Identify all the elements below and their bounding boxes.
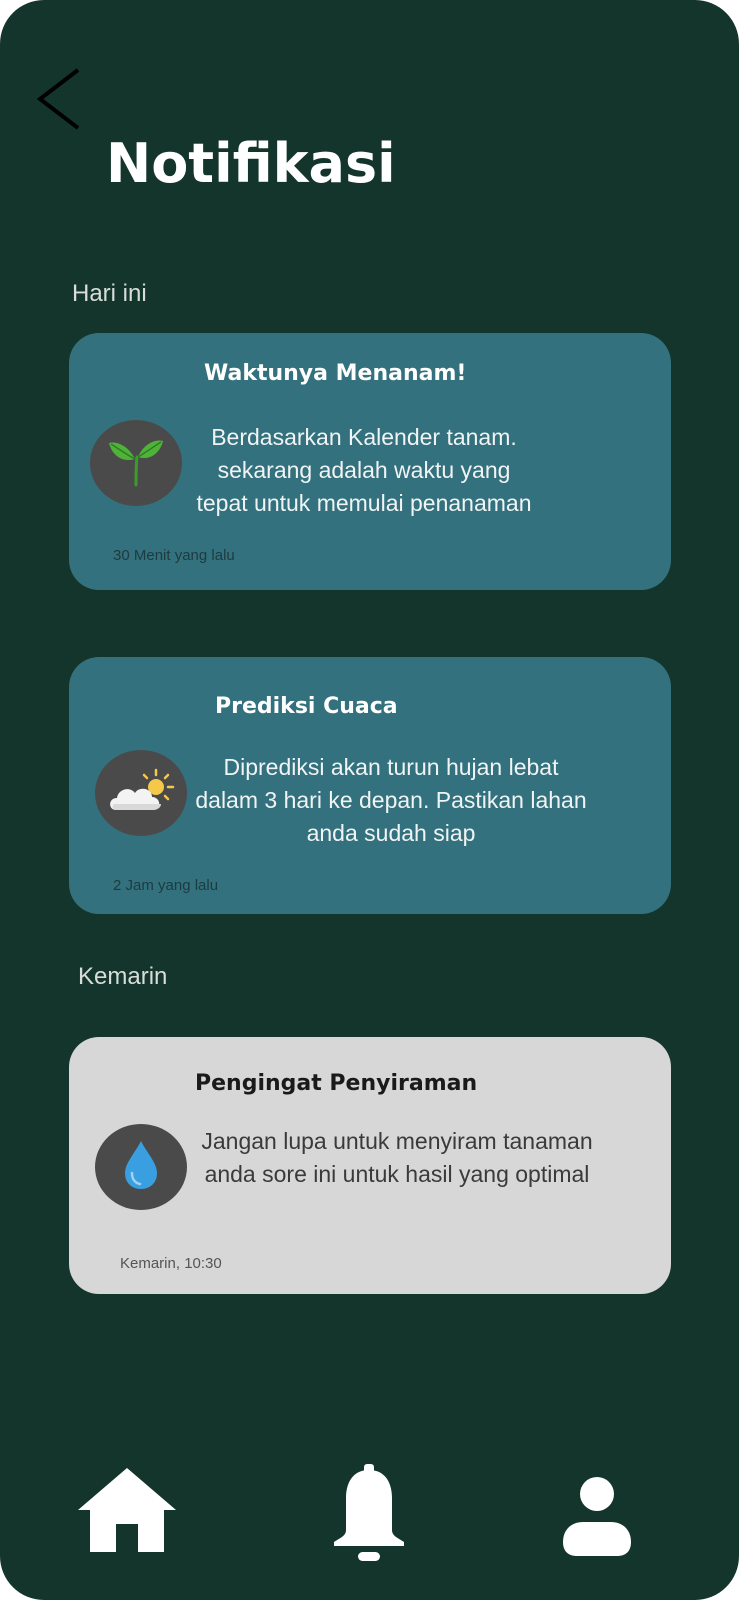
notification-time: Kemarin, 10:30 bbox=[120, 1255, 222, 1272]
bottom-nav bbox=[0, 1440, 739, 1561]
notification-card-watering[interactable]: Pengingat Penyiraman Jangan lupa untuk m… bbox=[69, 1037, 671, 1294]
notifications-screen: Notifikasi Hari ini Waktunya Menanam! Be… bbox=[0, 0, 739, 1600]
nav-profile-button[interactable] bbox=[561, 1476, 633, 1558]
section-label-today: Hari ini bbox=[72, 280, 147, 307]
partly-cloudy-icon bbox=[106, 766, 176, 821]
sprout-icon bbox=[106, 433, 166, 494]
notification-title: Pengingat Penyiraman bbox=[195, 1071, 478, 1096]
notification-time: 30 Menit yang lalu bbox=[113, 547, 235, 564]
notification-body: Diprediksi akan turun hujan lebat dalam … bbox=[195, 754, 587, 846]
notification-card-weather[interactable]: Prediksi Cuaca Diprediksi akan turun huj… bbox=[69, 657, 671, 914]
section-label-yesterday: Kemarin bbox=[78, 963, 168, 990]
nav-home-button[interactable] bbox=[76, 1466, 178, 1554]
notification-icon-badge bbox=[95, 1124, 187, 1210]
notification-time: 2 Jam yang lalu bbox=[113, 877, 219, 894]
chevron-left-icon bbox=[34, 66, 86, 132]
notification-title: Prediksi Cuaca bbox=[215, 694, 398, 719]
notification-card-planting[interactable]: Waktunya Menanam! Berdasarkan Kalender t… bbox=[69, 333, 671, 590]
notification-body: Jangan lupa untuk menyiram tanaman anda … bbox=[201, 1128, 593, 1187]
home-icon bbox=[76, 1466, 178, 1554]
user-icon bbox=[561, 1476, 633, 1558]
page-title: Notifikasi bbox=[106, 132, 396, 195]
back-button[interactable] bbox=[34, 66, 86, 132]
nav-notifications-button[interactable] bbox=[330, 1464, 408, 1564]
notification-icon-badge bbox=[95, 750, 187, 836]
water-drop-icon bbox=[121, 1139, 161, 1196]
notification-body: Berdasarkan Kalender tanam. sekarang ada… bbox=[196, 424, 532, 516]
notification-icon-badge bbox=[90, 420, 182, 506]
notification-title: Waktunya Menanam! bbox=[204, 361, 467, 386]
bell-icon bbox=[330, 1464, 408, 1564]
